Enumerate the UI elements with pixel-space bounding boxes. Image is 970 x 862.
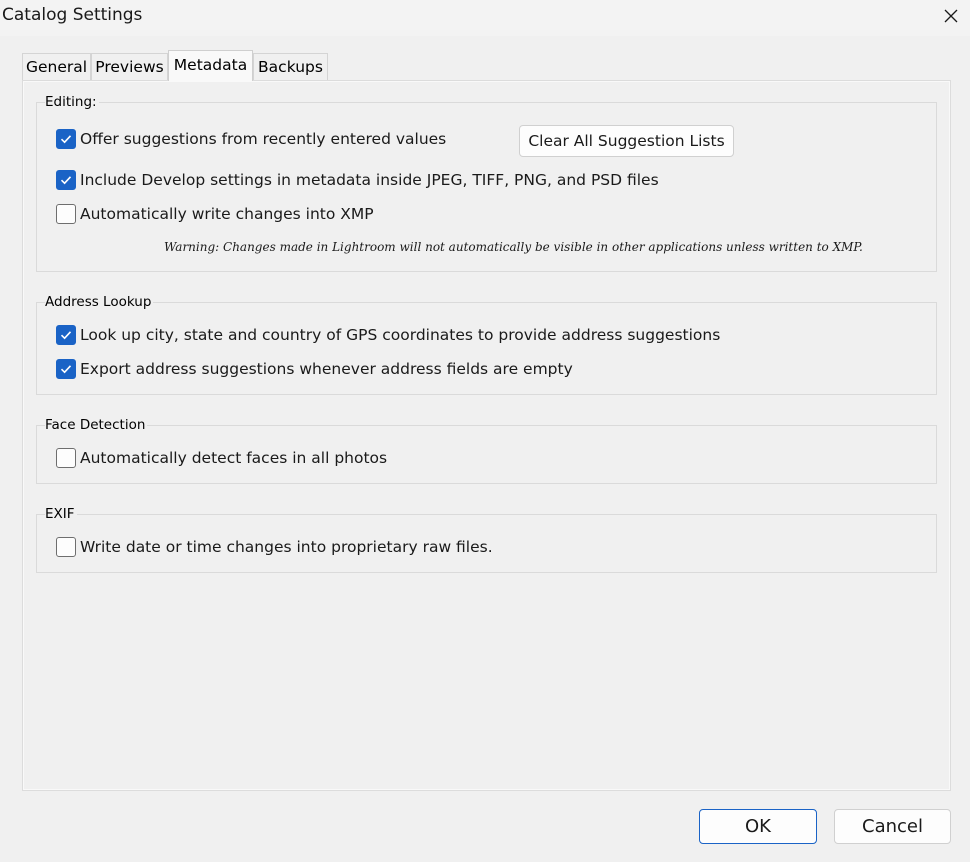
write-date-checkbox[interactable] (56, 537, 76, 557)
auto-detect-faces-label: Automatically detect faces in all photos (80, 449, 388, 467)
tab-backups[interactable]: Backups (253, 53, 328, 80)
export-address-row[interactable]: Export address suggestions whenever addr… (56, 358, 573, 380)
close-icon (944, 9, 958, 23)
lookup-city-row[interactable]: Look up city, state and country of GPS c… (56, 324, 720, 346)
include-develop-checkbox[interactable] (56, 170, 76, 190)
auto-detect-faces-checkbox[interactable] (56, 448, 76, 468)
offer-suggestions-row[interactable]: Offer suggestions from recently entered … (56, 128, 446, 150)
title-bar: Catalog Settings (0, 0, 970, 36)
exif-group-label: EXIF (45, 506, 77, 522)
checkmark-icon (60, 176, 72, 185)
auto-write-xmp-row[interactable]: Automatically write changes into XMP (56, 203, 374, 225)
address-lookup-group-label: Address Lookup (45, 294, 154, 310)
close-button[interactable] (936, 2, 966, 30)
tab-metadata[interactable]: Metadata (168, 50, 253, 81)
export-address-label: Export address suggestions whenever addr… (80, 360, 573, 378)
ok-button[interactable]: OK (699, 809, 817, 844)
auto-write-xmp-label: Automatically write changes into XMP (80, 205, 374, 223)
face-detection-group-label: Face Detection (45, 417, 148, 433)
address-lookup-group (36, 302, 937, 395)
auto-detect-faces-row[interactable]: Automatically detect faces in all photos (56, 447, 387, 469)
write-date-label: Write date or time changes into propriet… (80, 538, 493, 556)
export-address-checkbox[interactable] (56, 359, 76, 379)
tab-general[interactable]: General (22, 53, 91, 80)
include-develop-label: Include Develop settings in metadata ins… (80, 171, 659, 189)
checkmark-icon (60, 365, 72, 374)
lookup-city-checkbox[interactable] (56, 325, 76, 345)
checkmark-icon (60, 135, 72, 144)
include-develop-row[interactable]: Include Develop settings in metadata ins… (56, 169, 659, 191)
clear-suggestion-lists-button[interactable]: Clear All Suggestion Lists (519, 125, 734, 157)
xmp-warning-text: Warning: Changes made in Lightroom will … (164, 240, 863, 254)
editing-group-label: Editing: (45, 94, 99, 110)
tab-previews[interactable]: Previews (91, 53, 168, 80)
offer-suggestions-checkbox[interactable] (56, 129, 76, 149)
offer-suggestions-label: Offer suggestions from recently entered … (80, 130, 447, 148)
window-title: Catalog Settings (2, 5, 143, 25)
cancel-button[interactable]: Cancel (834, 809, 951, 844)
auto-write-xmp-checkbox[interactable] (56, 204, 76, 224)
write-date-row[interactable]: Write date or time changes into propriet… (56, 536, 493, 558)
checkmark-icon (60, 331, 72, 340)
lookup-city-label: Look up city, state and country of GPS c… (80, 326, 721, 344)
